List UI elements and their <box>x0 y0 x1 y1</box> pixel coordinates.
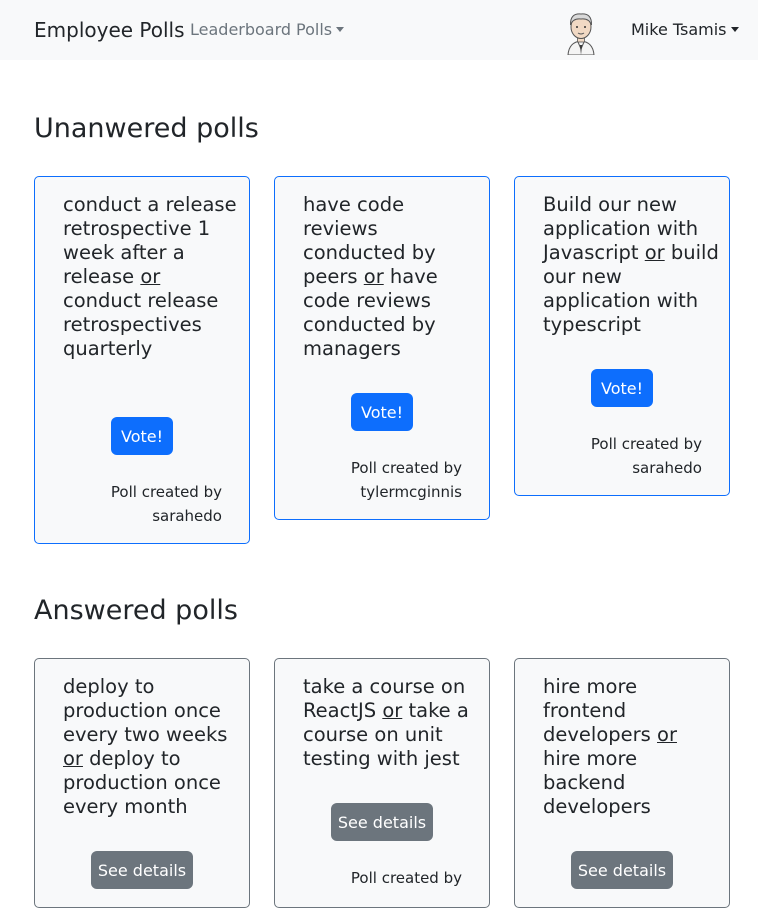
caret-down-icon <box>730 27 739 32</box>
vote-button[interactable]: Vote! <box>351 393 413 431</box>
created-label: Poll created by <box>110 483 222 501</box>
see-details-button[interactable]: See details <box>331 803 433 841</box>
see-details-button[interactable]: See details <box>571 851 673 889</box>
caret-down-icon <box>336 27 345 32</box>
brand-link[interactable]: Employee Polls <box>34 18 185 42</box>
option-two: deploy to production once every month <box>63 747 221 818</box>
option-one: deploy to production once every two week… <box>63 675 228 746</box>
or-separator: or <box>644 241 665 264</box>
or-separator: or <box>363 265 384 288</box>
polls-label: Polls <box>296 20 333 39</box>
poll-card: take a course on ReactJS or take a cours… <box>274 658 490 908</box>
user-dropdown[interactable]: Mike Tsamis <box>631 20 739 39</box>
author-name: sarahedo <box>632 459 702 477</box>
poll-card: deploy to production once every two week… <box>34 658 250 908</box>
created-label: Poll created by <box>350 869 462 887</box>
author-name: tylermcginnis <box>360 483 462 501</box>
poll-author-info: Poll created by sarahedo <box>111 480 222 528</box>
poll-question: hire more frontend developers or hire mo… <box>543 675 719 819</box>
or-separator: or <box>657 723 677 746</box>
poll-question: take a course on ReactJS or take a cours… <box>303 675 479 771</box>
or-separator: or <box>140 265 161 288</box>
poll-question: deploy to production once every two week… <box>63 675 239 819</box>
navbar: Employee Polls Leaderboard Polls Mike Ts… <box>0 0 758 60</box>
poll-question: have code reviews conducted by peers or … <box>303 193 479 361</box>
poll-card: conduct a release retrospective 1 week a… <box>34 176 250 544</box>
user-avatar[interactable] <box>562 9 600 55</box>
user-name: Mike Tsamis <box>631 20 727 39</box>
poll-author-info: Poll created by <box>351 866 462 890</box>
option-one: hire more frontend developers <box>543 675 651 746</box>
poll-card: hire more frontend developers or hire mo… <box>514 658 730 908</box>
poll-card: have code reviews conducted by peers or … <box>274 176 490 520</box>
or-separator: or <box>63 747 83 770</box>
author-name: sarahedo <box>152 507 222 525</box>
poll-question: conduct a release retrospective 1 week a… <box>63 193 239 361</box>
vote-button[interactable]: Vote! <box>591 369 653 407</box>
answered-polls-heading: Answered polls <box>34 595 238 626</box>
poll-question: Build our new application with Javascrip… <box>543 193 719 337</box>
option-two: conduct release retrospectives quarterly <box>63 289 219 360</box>
nav-dropdown-polls[interactable]: Polls <box>296 20 345 39</box>
nav-link-leaderboard[interactable]: Leaderboard <box>190 20 291 39</box>
created-label: Poll created by <box>350 459 462 477</box>
poll-author-info: Poll created by tylermcginnis <box>351 456 462 504</box>
see-details-button[interactable]: See details <box>91 851 193 889</box>
unanswered-polls-heading: Unanwered polls <box>34 113 259 144</box>
vote-button[interactable]: Vote! <box>111 417 173 455</box>
poll-card: Build our new application with Javascrip… <box>514 176 730 496</box>
poll-author-info: Poll created by sarahedo <box>591 432 702 480</box>
created-label: Poll created by <box>590 435 702 453</box>
option-two: hire more backend developers <box>543 747 651 818</box>
or-separator: or <box>382 699 403 722</box>
